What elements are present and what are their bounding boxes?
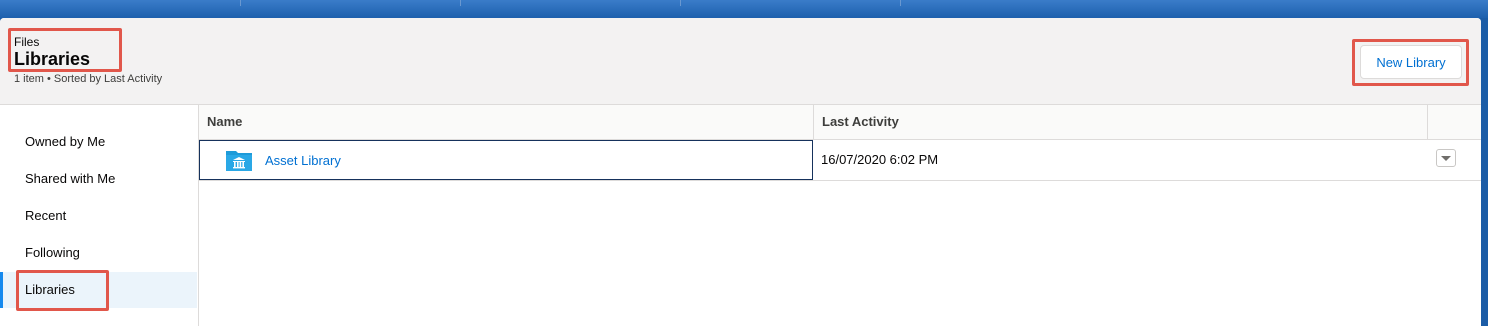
list-header: Files Libraries 1 item • Sorted by Last …	[0, 18, 1481, 105]
name-cell[interactable]: Asset Library	[199, 140, 813, 180]
sidebar-item-owned-by-me[interactable]: Owned by Me	[0, 124, 197, 160]
chevron-down-icon	[1441, 156, 1451, 161]
row-actions-button[interactable]	[1436, 149, 1456, 167]
files-card: Files Libraries 1 item • Sorted by Last …	[0, 18, 1481, 326]
column-divider[interactable]	[813, 105, 814, 139]
library-icon	[226, 151, 252, 171]
last-activity-value: 16/07/2020 6:02 PM	[821, 152, 939, 167]
column-divider[interactable]	[1427, 105, 1428, 139]
banner-divider	[680, 0, 681, 6]
table-row: Asset Library 16/07/2020 6:02 PM	[199, 140, 1481, 181]
table-header: Name Last Activity	[199, 105, 1481, 140]
banner-divider	[460, 0, 461, 6]
column-header-name[interactable]: Name	[207, 105, 242, 139]
libraries-highlight	[16, 270, 109, 311]
library-name-link[interactable]: Asset Library	[265, 153, 341, 168]
banner-divider	[900, 0, 901, 6]
sidebar-item-recent[interactable]: Recent	[0, 198, 197, 234]
sidebar-item-shared-with-me[interactable]: Shared with Me	[0, 161, 197, 197]
banner-divider	[240, 0, 241, 6]
column-header-last-activity[interactable]: Last Activity	[822, 105, 899, 139]
object-label: Files	[14, 35, 40, 49]
sidebar-nav: Owned by Me Shared with Me Recent Follow…	[0, 105, 199, 326]
top-banner	[0, 0, 1488, 18]
new-library-button[interactable]: New Library	[1360, 45, 1462, 79]
page-title: Libraries	[14, 49, 91, 69]
sidebar-item-following[interactable]: Following	[0, 235, 197, 271]
list-subtitle: 1 item • Sorted by Last Activity	[14, 73, 163, 85]
